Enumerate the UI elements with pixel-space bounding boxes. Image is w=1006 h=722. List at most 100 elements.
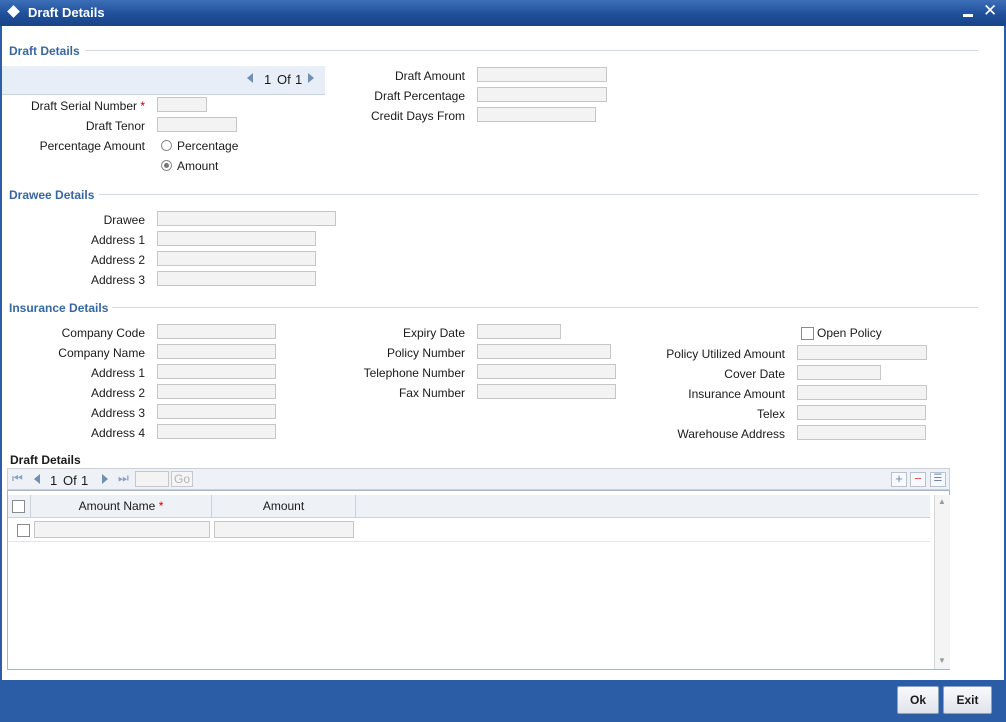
section-divider — [112, 307, 978, 308]
grid-pager-total: 1 — [81, 473, 89, 488]
delete-row-icon[interactable]: − — [910, 472, 926, 487]
scroll-up-icon[interactable]: ▲ — [938, 497, 946, 506]
pager-total: 1 — [295, 72, 303, 87]
last-page-icon[interactable]: ⏭ — [118, 471, 129, 486]
draft-serial-number-field[interactable] — [157, 97, 207, 112]
telephone-number-label: Telephone Number — [363, 366, 465, 380]
window-title: Draft Details — [28, 5, 105, 20]
telex-label: Telex — [756, 407, 785, 421]
amount-name-cell-input[interactable] — [34, 521, 210, 538]
percentage-amount-label: Percentage Amount — [39, 139, 145, 153]
select-all-checkbox[interactable] — [12, 500, 25, 513]
fax-number-label: Fax Number — [398, 386, 465, 400]
open-policy-checkbox[interactable] — [801, 327, 814, 340]
expiry-date-field[interactable] — [477, 324, 561, 339]
expiry-date-label: Expiry Date — [402, 326, 465, 340]
percentage-radio-label: Percentage — [177, 139, 239, 153]
first-page-icon[interactable]: ⏮ — [12, 471, 23, 486]
drawee-address1-field[interactable] — [157, 231, 316, 246]
grid-title: Draft Details — [10, 453, 81, 467]
insurance-amount-field[interactable] — [797, 385, 927, 400]
previous-record-icon[interactable] — [247, 73, 253, 83]
drawee-field[interactable] — [157, 211, 336, 226]
fax-number-field[interactable] — [477, 384, 616, 399]
policy-utilized-amount-field[interactable] — [797, 345, 927, 360]
draft-amount-label: Draft Amount — [394, 69, 465, 83]
company-name-label: Company Name — [58, 346, 145, 360]
window-icon — [7, 5, 20, 18]
drawee-label: Drawee — [103, 213, 145, 227]
amount-radio-label: Amount — [177, 159, 219, 173]
policy-number-label: Policy Number — [386, 346, 465, 360]
drawee-address2-field[interactable] — [157, 251, 316, 266]
row-select-checkbox[interactable] — [17, 524, 30, 537]
draft-percentage-field[interactable] — [477, 87, 607, 102]
insurance-address1-field[interactable] — [157, 364, 276, 379]
company-code-label: Company Code — [61, 326, 145, 340]
section-divider — [99, 194, 978, 195]
draft-serial-number-label: Draft Serial Number * — [30, 99, 145, 113]
minimize-icon[interactable] — [963, 14, 973, 17]
table-row — [8, 518, 930, 542]
close-icon[interactable]: ✕ — [983, 1, 997, 21]
telex-field[interactable] — [797, 405, 926, 420]
draft-percentage-label: Draft Percentage — [374, 89, 465, 103]
window-border-left — [0, 26, 2, 682]
title-bar: Draft Details ✕ — [0, 0, 1006, 26]
exit-button[interactable]: Exit — [943, 686, 992, 714]
grid-pager-of: Of — [63, 473, 77, 488]
insurance-address2-field[interactable] — [157, 384, 276, 399]
pager-of: Of — [277, 72, 291, 87]
telephone-number-field[interactable] — [477, 364, 616, 379]
amount-radio[interactable] — [161, 160, 172, 171]
insurance-address4-label: Address 4 — [90, 426, 145, 440]
pager-current: 1 — [264, 72, 272, 87]
column-header-amount-name[interactable]: Amount Name * — [31, 495, 212, 517]
percentage-radio[interactable] — [161, 140, 172, 151]
previous-page-icon[interactable] — [34, 474, 40, 484]
company-code-field[interactable] — [157, 324, 276, 339]
ok-button[interactable]: Ok — [897, 686, 939, 714]
insurance-address3-label: Address 3 — [90, 406, 145, 420]
section-divider — [85, 50, 978, 51]
draft-tenor-label: Draft Tenor — [85, 119, 145, 133]
cover-date-label: Cover Date — [724, 367, 785, 381]
go-button[interactable]: Go — [171, 471, 193, 487]
footer-bar: Ok Exit — [0, 680, 1006, 722]
section-title-insurance-details: Insurance Details — [9, 301, 109, 315]
policy-utilized-amount-label: Policy Utilized Amount — [666, 347, 785, 361]
column-header-amount[interactable]: Amount — [212, 495, 356, 517]
grid-header: Amount Name * Amount — [8, 495, 930, 518]
company-name-field[interactable] — [157, 344, 276, 359]
warehouse-address-label: Warehouse Address — [677, 427, 785, 441]
grid-scrollbar[interactable]: ▲ ▼ — [934, 495, 950, 669]
section-title-drawee-details: Drawee Details — [9, 188, 95, 202]
draft-amount-field[interactable] — [477, 67, 607, 82]
credit-days-from-label: Credit Days From — [370, 109, 465, 123]
grid-pager-current: 1 — [50, 473, 58, 488]
drawee-address2-label: Address 2 — [90, 253, 145, 267]
amount-cell-input[interactable] — [214, 521, 354, 538]
drawee-address3-label: Address 3 — [90, 273, 145, 287]
single-view-icon[interactable]: ☰ — [930, 472, 946, 487]
add-row-icon[interactable]: + — [891, 472, 907, 487]
section-title-draft-details: Draft Details — [9, 44, 80, 58]
header-select-cell — [8, 495, 31, 517]
credit-days-from-field[interactable] — [477, 107, 596, 122]
grid-toolbar: ⏮ 1 Of 1 ⏭ Go + − ☰ — [7, 468, 950, 490]
drawee-address3-field[interactable] — [157, 271, 316, 286]
scroll-down-icon[interactable]: ▼ — [938, 656, 946, 665]
required-marker: * — [140, 99, 145, 113]
insurance-address4-field[interactable] — [157, 424, 276, 439]
draft-tenor-field[interactable] — [157, 117, 237, 132]
open-policy-label: Open Policy — [817, 326, 882, 340]
cover-date-field[interactable] — [797, 365, 881, 380]
next-record-icon[interactable] — [308, 73, 314, 83]
warehouse-address-field[interactable] — [797, 425, 926, 440]
policy-number-field[interactable] — [477, 344, 611, 359]
page-number-input[interactable] — [135, 471, 169, 487]
insurance-amount-label: Insurance Amount — [688, 387, 785, 401]
insurance-address1-label: Address 1 — [90, 366, 145, 380]
insurance-address3-field[interactable] — [157, 404, 276, 419]
next-page-icon[interactable] — [102, 474, 108, 484]
